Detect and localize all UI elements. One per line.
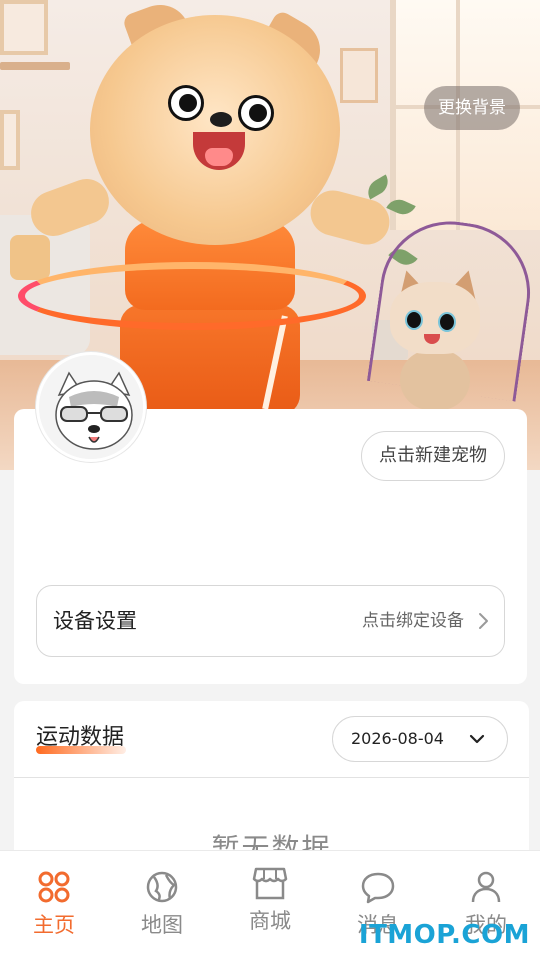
- map-icon: [146, 871, 178, 903]
- wall-frame: [0, 0, 48, 55]
- device-settings-row[interactable]: 设备设置 点击绑定设备: [36, 585, 505, 657]
- tab-map[interactable]: 地图: [108, 869, 216, 939]
- hula-hoop: [18, 262, 366, 330]
- tab-label: 商城: [249, 909, 291, 933]
- home-grid-icon: [38, 871, 70, 903]
- tab-shop[interactable]: 商城: [216, 865, 324, 935]
- chevron-right-icon: [479, 613, 488, 629]
- device-settings-title: 设备设置: [53, 609, 137, 633]
- pet-avatar[interactable]: [36, 352, 146, 462]
- sport-data-title: 运动数据: [36, 725, 125, 750]
- cat-illustration: [370, 266, 500, 420]
- tab-label: 地图: [141, 913, 183, 937]
- date-dropdown-value: 2026-08-04: [351, 729, 444, 748]
- bind-device-hint: 点击绑定设备: [362, 611, 464, 631]
- new-pet-button[interactable]: 点击新建宠物: [361, 431, 505, 481]
- tab-home[interactable]: 主页: [0, 869, 108, 939]
- divider: [14, 777, 529, 778]
- wall-frame: [0, 110, 20, 170]
- message-icon: [361, 872, 395, 904]
- chevron-down-icon: [469, 734, 485, 744]
- tab-label: 主页: [33, 913, 75, 937]
- user-icon: [471, 871, 501, 903]
- date-dropdown[interactable]: 2026-08-04: [332, 716, 508, 762]
- change-background-button[interactable]: 更换背景: [424, 86, 520, 130]
- site-watermark: ITMOP.COM: [358, 920, 530, 950]
- shop-icon: [252, 867, 288, 900]
